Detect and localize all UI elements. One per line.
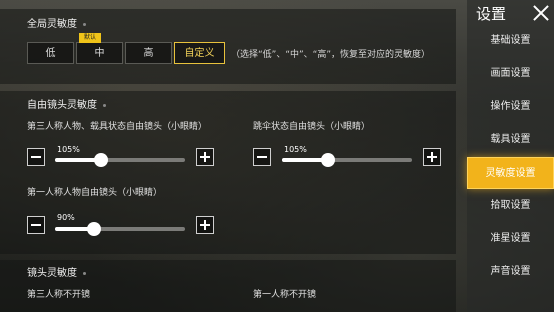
sidebar-item-sound[interactable]: 声音设置: [467, 256, 554, 288]
first-person-value: 90%: [57, 213, 75, 222]
first-person-minus-button[interactable]: [27, 216, 45, 234]
lens-sensitivity-title: 镜头灵敏度: [27, 264, 86, 279]
close-icon[interactable]: [530, 2, 552, 24]
sidebar-item-crosshair[interactable]: 准星设置: [467, 223, 554, 255]
sidebar-item-basic[interactable]: 基础设置: [467, 25, 554, 57]
slider-knob[interactable]: [93, 153, 108, 167]
parachute-value: 105%: [284, 145, 307, 154]
option-high[interactable]: 高: [125, 42, 172, 64]
sidebar-item-vehicle[interactable]: 载具设置: [467, 124, 554, 156]
third-person-minus-button[interactable]: [27, 148, 45, 166]
third-person-label: 第三人称人物、载具状态自由镜头（小眼睛）: [27, 122, 208, 132]
third-person-value: 105%: [57, 145, 80, 154]
sidebar-item-graphics[interactable]: 画面设置: [467, 58, 554, 90]
first-person-plus-button[interactable]: [196, 216, 214, 234]
parachute-label: 跳伞状态自由镜头（小眼睛）: [253, 122, 371, 132]
third-person-slider[interactable]: [55, 153, 185, 167]
option-custom[interactable]: 自定义: [174, 42, 225, 64]
slider-knob[interactable]: [87, 222, 101, 236]
option-low[interactable]: 低: [27, 42, 74, 64]
parachute-minus-button[interactable]: [253, 148, 271, 166]
preset-note: （选择“低”、“中”、“高”，恢复至对应的灵敏度）: [231, 50, 430, 60]
sidebar-item-controls[interactable]: 操作设置: [467, 91, 554, 123]
first-person-label: 第一人称人物自由镜头（小眼睛）: [27, 188, 163, 198]
parachute-plus-button[interactable]: [423, 148, 441, 166]
default-badge: 默认: [79, 33, 101, 43]
first-person-no-scope-label: 第一人称不开镜: [253, 290, 317, 300]
first-person-slider[interactable]: [55, 222, 185, 236]
free-camera-title: 自由镜头灵敏度: [27, 96, 106, 111]
global-sensitivity-title: 全局灵敏度: [27, 15, 86, 30]
sidebar-item-pickup[interactable]: 拾取设置: [467, 190, 554, 222]
sidebar-item-sensitivity[interactable]: 灵敏度设置: [467, 157, 554, 189]
option-medium[interactable]: 中: [76, 42, 123, 64]
slider-knob[interactable]: [320, 153, 335, 167]
settings-title: 设置: [476, 5, 507, 23]
third-person-plus-button[interactable]: [196, 148, 214, 166]
parachute-slider[interactable]: [282, 153, 412, 167]
third-person-no-scope-label: 第三人称不开镜: [27, 290, 91, 300]
